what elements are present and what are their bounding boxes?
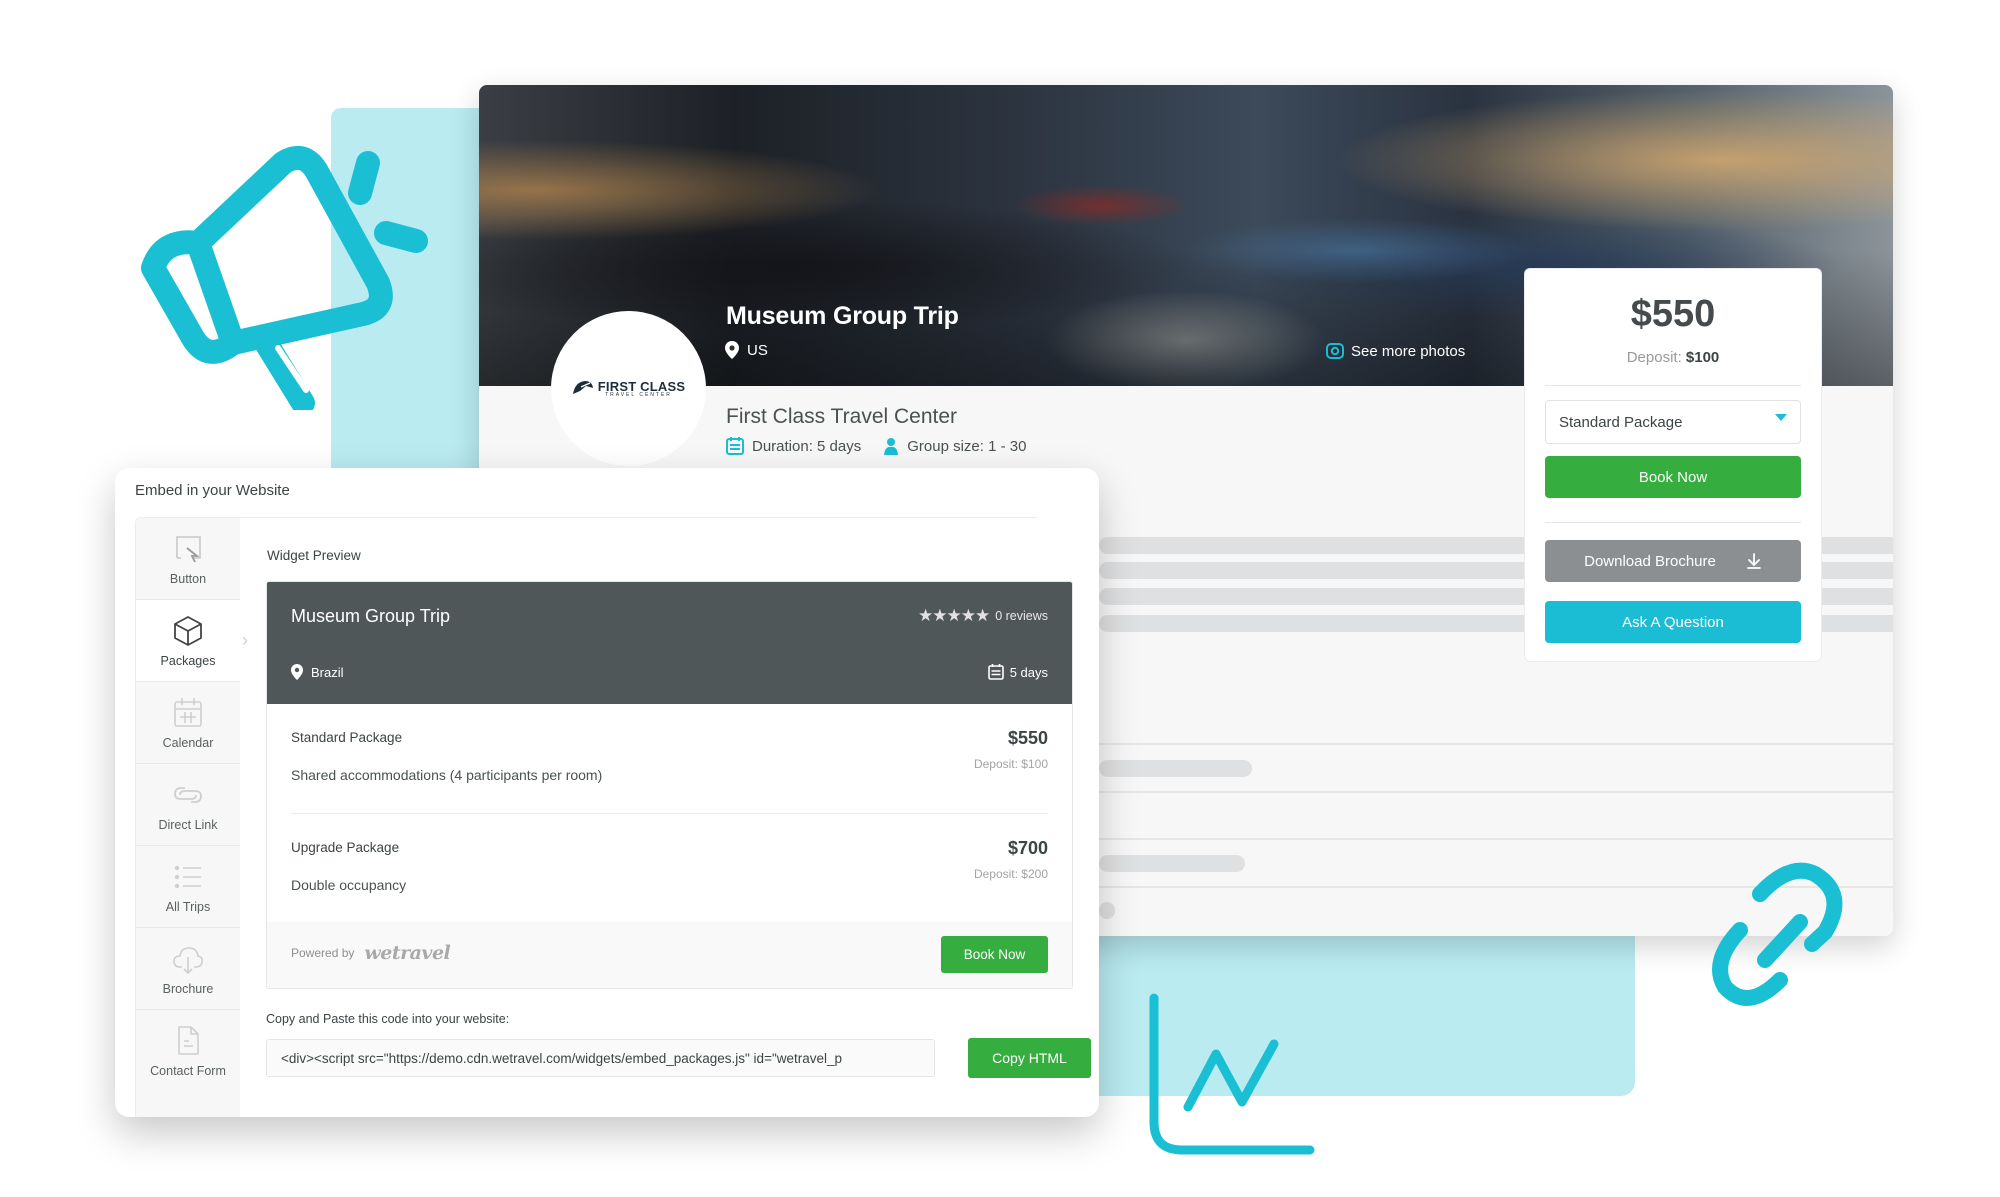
group-size: Group size: 1 - 30 [883,437,1026,455]
widget-preview-label: Widget Preview [267,548,361,563]
widget-rating: ★★★★★ 0 reviews [918,606,1048,625]
trip-location: US [725,341,768,359]
line-chart-icon [1149,993,1315,1155]
camera-icon [1326,343,1344,359]
package-row[interactable]: Upgrade Package Double occupancy $700 De… [291,814,1048,924]
widget-trip-title: Museum Group Trip [291,606,451,626]
ask-question-button[interactable]: Ask A Question [1545,601,1801,643]
powered-by: Powered by wetravel [291,942,451,964]
widget-header: Museum Group Trip ★★★★★ 0 reviews Brazil… [267,582,1072,704]
booking-card: $550 Deposit: $100 Standard Package Book… [1524,268,1822,662]
code-label: Copy and Paste this code into your websi… [266,1012,510,1026]
wetravel-logo: wetravel [364,942,451,964]
embed-code-input[interactable]: <div><script src="https://demo.cdn.wetra… [266,1039,935,1077]
skeleton-bar [1099,902,1115,919]
sidebar-item-calendar[interactable]: Calendar [136,682,240,764]
download-brochure-button[interactable]: Download Brochure [1545,540,1801,582]
widget-book-now-button[interactable]: Book Now [941,936,1048,973]
map-pin-icon [725,341,739,359]
sidebar-item-brochure[interactable]: Brochure [136,928,240,1010]
download-icon [1746,553,1761,569]
megaphone-icon [141,145,428,410]
copy-html-button[interactable]: Copy HTML [968,1038,1091,1078]
link-icon [1712,862,1843,1006]
book-now-button[interactable]: Book Now [1545,456,1801,498]
deposit: Deposit: $100 [1626,349,1720,366]
see-more-photos-link[interactable]: See more photos [1325,341,1465,361]
sidebar-item-all-trips[interactable]: All Trips [136,846,240,928]
cloud-download-icon [173,946,203,974]
document-icon [178,1026,199,1055]
calendar-icon [174,697,202,727]
operator-name: First Class Travel Center [726,405,958,428]
map-pin-icon [291,664,303,680]
trip-price: $550 [1630,293,1716,335]
duration: Duration: 5 days [726,437,861,455]
plane-logo-icon [572,380,593,394]
cube-icon [174,615,202,646]
sidebar-item-direct-link[interactable]: Direct Link [136,764,240,846]
calendar-icon [726,437,744,455]
star-rating-icon: ★★★★★ [918,606,990,625]
skeleton-bar [1099,855,1245,872]
trip-title: Museum Group Trip [726,302,959,330]
operator-logo: FIRST CLASS TRAVEL CENTER [551,311,706,466]
skeleton-bar [1099,760,1252,777]
package-select[interactable]: Standard Package [1545,400,1801,444]
trip-meta: Duration: 5 days Group size: 1 - 30 [726,437,1026,455]
widget-duration: 5 days [987,664,1048,680]
list-icon [174,865,201,888]
link-icon [174,786,202,803]
chevron-down-icon [1775,413,1787,421]
panel-title: Embed in your Website [135,482,290,499]
package-row[interactable]: Standard Package Shared accommodations (… [291,704,1048,814]
chevron-right-icon: › [242,630,248,650]
widget-preview: Museum Group Trip ★★★★★ 0 reviews Brazil… [266,581,1073,989]
widget-type-sidebar: Button Packages › Calendar Direct Link A… [136,518,248,1117]
sidebar-item-contact-form[interactable]: Contact Form [136,1010,240,1092]
calendar-icon [987,664,1004,680]
sidebar-item-packages[interactable]: Packages › [136,600,248,682]
cursor-click-icon [176,535,201,562]
widget-location: Brazil [291,664,344,680]
sidebar-item-button[interactable]: Button [136,518,240,600]
widget-footer: Powered by wetravel Book Now [267,922,1072,988]
person-icon [884,438,899,455]
embed-panel: Embed in your Website Button Packages › … [115,468,1099,1117]
